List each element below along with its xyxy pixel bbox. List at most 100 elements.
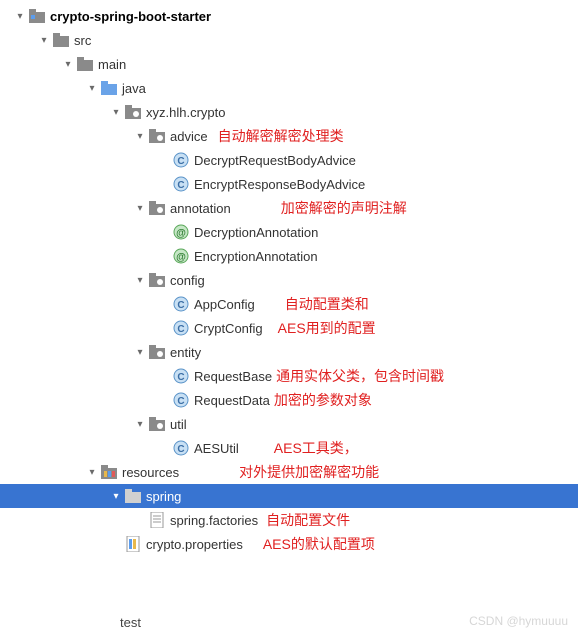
annotation-icon: @ — [172, 223, 190, 241]
folder-icon — [52, 31, 70, 49]
folder-icon — [124, 487, 142, 505]
entity-note2: 加密的参数对象 — [274, 390, 372, 410]
config-label: config — [170, 273, 205, 288]
chevron-down-icon[interactable]: ▾ — [108, 107, 124, 118]
tree-item-anno[interactable]: @ DecryptionAnnotation — [0, 220, 578, 244]
chevron-down-icon[interactable]: ▾ — [132, 131, 148, 142]
class-label: AppConfig — [194, 297, 255, 312]
tree-item-class[interactable]: C EncryptResponseBodyAdvice — [0, 172, 578, 196]
tree-item-annotation[interactable]: ▾ annotation 加密解密的声明注解 — [0, 196, 578, 220]
class-label: RequestBase — [194, 369, 272, 384]
svg-text:@: @ — [176, 252, 186, 263]
annotation-note: 加密解密的声明注解 — [281, 198, 407, 218]
class-label: CryptConfig — [194, 321, 263, 336]
properties-icon — [124, 535, 142, 553]
package-icon — [148, 127, 166, 145]
tree-item-class[interactable]: C RequestData 加密的参数对象 — [0, 388, 578, 412]
entity-label: entity — [170, 345, 201, 360]
class-icon: C — [172, 175, 190, 193]
chevron-down-icon[interactable]: ▾ — [132, 275, 148, 286]
package-icon — [148, 415, 166, 433]
tree-item-file[interactable]: crypto.properties AES的默认配置项 — [0, 532, 578, 556]
tree-item-java[interactable]: ▾ java — [0, 76, 578, 100]
truncated-item: test — [120, 615, 141, 630]
anno-label: EncryptionAnnotation — [194, 249, 318, 264]
tree-item-spring[interactable]: ▾ spring — [0, 484, 578, 508]
class-label: DecryptRequestBodyAdvice — [194, 153, 356, 168]
file-icon — [148, 511, 166, 529]
class-icon: C — [172, 319, 190, 337]
annotation-label: annotation — [170, 201, 231, 216]
tree-item-package[interactable]: ▾ xyz.hlh.crypto — [0, 100, 578, 124]
tree-item-class[interactable]: C CryptConfig AES用到的配置 — [0, 316, 578, 340]
root-label: crypto-spring-boot-starter — [50, 9, 211, 24]
class-label: EncryptResponseBodyAdvice — [194, 177, 365, 192]
class-icon: C — [172, 439, 190, 457]
advice-note: 自动解密解密处理类 — [218, 126, 344, 146]
tree-item-class[interactable]: C AppConfig 自动配置类和 — [0, 292, 578, 316]
tree-item-config[interactable]: ▾ config — [0, 268, 578, 292]
svg-text:C: C — [177, 324, 184, 335]
tree-item-util[interactable]: ▾ util — [0, 412, 578, 436]
spring-file-note: 自动配置文件 — [266, 510, 350, 530]
chevron-down-icon[interactable]: ▾ — [84, 467, 100, 478]
chevron-down-icon[interactable]: ▾ — [108, 491, 124, 502]
svg-text:C: C — [177, 396, 184, 407]
tree-item-anno[interactable]: @ EncryptionAnnotation — [0, 244, 578, 268]
package-icon — [148, 199, 166, 217]
annotation-icon: @ — [172, 247, 190, 265]
spring-label: spring — [146, 489, 181, 504]
tree-item-class[interactable]: C DecryptRequestBodyAdvice — [0, 148, 578, 172]
chevron-down-icon[interactable]: ▾ — [60, 59, 76, 70]
folder-resources-icon — [100, 463, 118, 481]
watermark: CSDN @hymuuuu — [469, 614, 568, 628]
util-label: util — [170, 417, 187, 432]
class-icon: C — [172, 295, 190, 313]
advice-label: advice — [170, 129, 208, 144]
tree-item-resources[interactable]: ▾ resources 对外提供加密解密功能 — [0, 460, 578, 484]
tree-item-class[interactable]: C AESUtil AES工具类， — [0, 436, 578, 460]
package-icon — [124, 103, 142, 121]
svg-text:C: C — [177, 156, 184, 167]
folder-source-icon — [100, 79, 118, 97]
chevron-down-icon[interactable]: ▾ — [132, 203, 148, 214]
tree-item-src[interactable]: ▾ src — [0, 28, 578, 52]
resources-note: 对外提供加密解密功能 — [239, 462, 379, 482]
config-note1: 自动配置类和 — [285, 294, 369, 314]
chevron-down-icon[interactable]: ▾ — [84, 83, 100, 94]
file-label: spring.factories — [170, 513, 258, 528]
props-note: AES的默认配置项 — [263, 534, 375, 554]
svg-text:C: C — [177, 372, 184, 383]
tree-item-main[interactable]: ▾ main — [0, 52, 578, 76]
svg-text:@: @ — [176, 228, 186, 239]
folder-module-icon — [28, 7, 46, 25]
java-label: java — [122, 81, 146, 96]
tree-item-class[interactable]: C RequestBase 通用实体父类，包含时间戳 — [0, 364, 578, 388]
class-icon: C — [172, 367, 190, 385]
svg-text:C: C — [177, 444, 184, 455]
tree-item-entity[interactable]: ▾ entity — [0, 340, 578, 364]
class-icon: C — [172, 391, 190, 409]
file-label: crypto.properties — [146, 537, 243, 552]
package-icon — [148, 271, 166, 289]
class-icon: C — [172, 151, 190, 169]
config-note2: AES用到的配置 — [278, 318, 376, 338]
util-note: AES工具类， — [274, 438, 358, 458]
chevron-down-icon[interactable]: ▾ — [132, 419, 148, 430]
anno-label: DecryptionAnnotation — [194, 225, 318, 240]
package-label: xyz.hlh.crypto — [146, 105, 225, 120]
chevron-down-icon[interactable]: ▾ — [12, 11, 28, 22]
tree-item-advice[interactable]: ▾ advice 自动解密解密处理类 — [0, 124, 578, 148]
svg-text:C: C — [177, 300, 184, 311]
tree-item-root[interactable]: ▾ crypto-spring-boot-starter — [0, 4, 578, 28]
chevron-down-icon[interactable]: ▾ — [132, 347, 148, 358]
svg-text:C: C — [177, 180, 184, 191]
tree-item-file[interactable]: spring.factories 自动配置文件 — [0, 508, 578, 532]
package-icon — [148, 343, 166, 361]
main-label: main — [98, 57, 126, 72]
chevron-down-icon[interactable]: ▾ — [36, 35, 52, 46]
class-label: AESUtil — [194, 441, 239, 456]
project-tree: ▾ crypto-spring-boot-starter ▾ src ▾ mai… — [0, 0, 578, 556]
folder-icon — [76, 55, 94, 73]
class-label: RequestData — [194, 393, 270, 408]
